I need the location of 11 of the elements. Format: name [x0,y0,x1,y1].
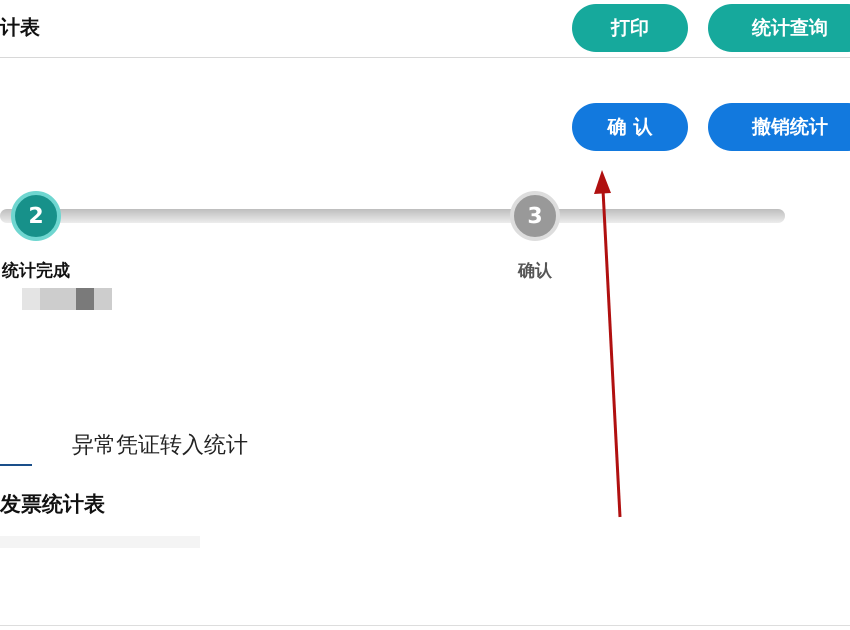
step-circle: 3 [510,191,560,241]
step-circle: 2 [11,191,61,241]
header-button[interactable]: 打印 [572,4,688,52]
page-title: 计表 [0,14,40,41]
action-button[interactable]: 确 认 [572,103,688,151]
tab-label[interactable]: 异常凭证转入统计 [72,430,248,460]
action-button[interactable]: 撤销统计 [708,103,850,151]
header-button[interactable]: 统计查询 [708,4,850,52]
step-label: 统计完成 [2,260,70,282]
step-label: 确认 [518,260,552,282]
tab-underline [0,464,32,466]
